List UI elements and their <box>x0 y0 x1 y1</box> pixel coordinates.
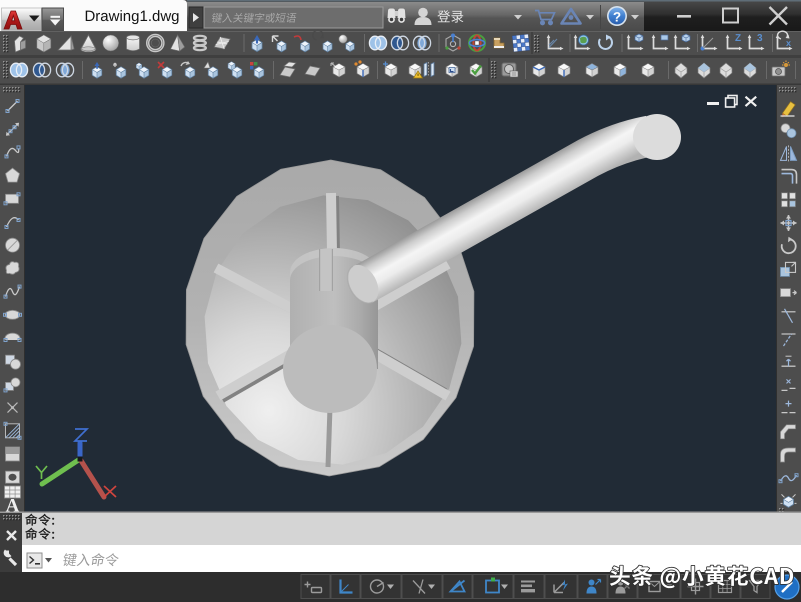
svg-text:Drawing1.dwg: Drawing1.dwg <box>84 8 179 25</box>
svg-text:?: ? <box>613 10 621 25</box>
svg-text:x: x <box>786 38 791 48</box>
svg-text:Z: Z <box>735 33 741 44</box>
svg-text:3: 3 <box>757 33 763 44</box>
